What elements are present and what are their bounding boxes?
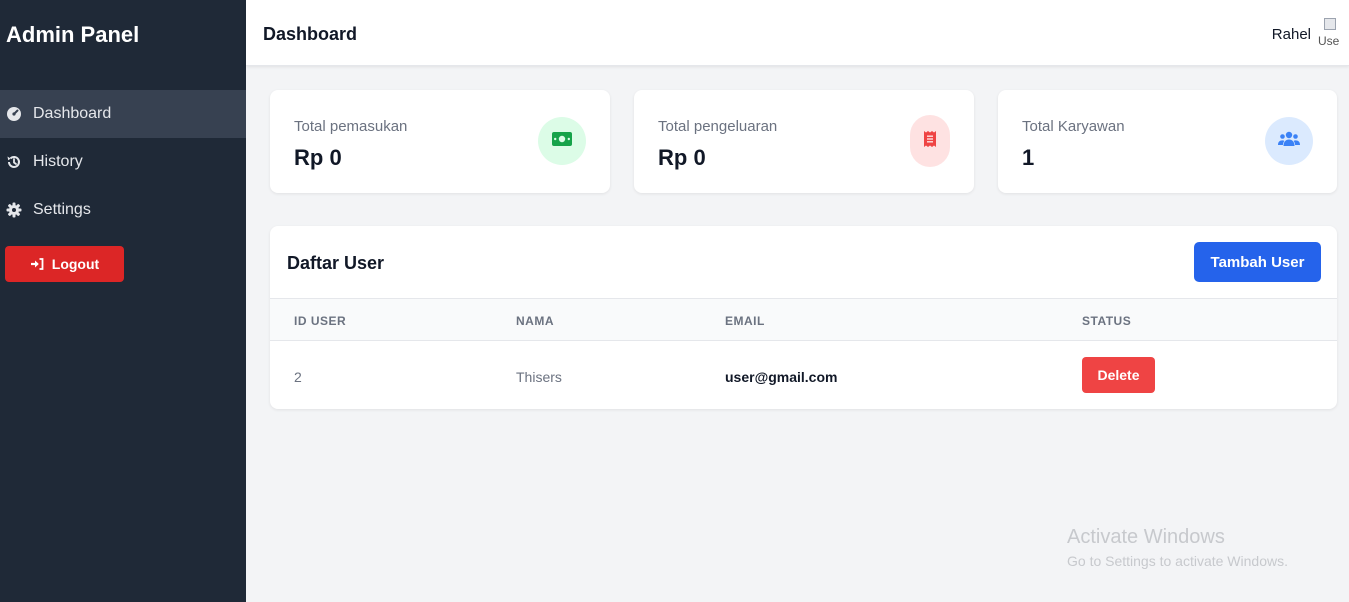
stat-value: Rp 0 — [294, 145, 342, 170]
panel-title: Daftar User — [287, 253, 385, 273]
users-icon — [1278, 131, 1300, 152]
receipt-icon — [924, 130, 936, 152]
sidebar-item-dashboard[interactable]: Dashboard — [0, 90, 246, 138]
avatar[interactable]: Use — [1317, 18, 1345, 52]
user-name: Rahel — [1271, 26, 1311, 43]
sidebar-item-label: History — [33, 153, 83, 170]
stat-badge — [910, 115, 950, 167]
history-icon — [6, 154, 22, 170]
stat-label: Total pemasukan — [294, 118, 408, 135]
brand-title: Admin Panel — [6, 22, 140, 47]
add-user-button[interactable]: Tambah User — [1194, 242, 1321, 282]
column-header-name: NAMA — [516, 314, 554, 328]
broken-image-icon — [1324, 18, 1336, 30]
stat-label: Total pengeluaran — [658, 118, 778, 135]
column-header-status: STATUS — [1082, 314, 1132, 328]
sidebar-item-history[interactable]: History — [0, 138, 246, 186]
stat-card-expense: Total pengeluaran Rp 0 — [634, 90, 974, 193]
money-icon — [552, 131, 572, 151]
delete-button[interactable]: Delete — [1082, 357, 1155, 393]
table-header: ID USER NAMA EMAIL STATUS — [270, 298, 1337, 341]
cell-email: user@gmail.com — [725, 369, 838, 385]
user-list-panel: Daftar User Tambah User ID USER NAMA EMA… — [270, 226, 1337, 409]
cell-name: Thisers — [516, 369, 562, 385]
cell-id: 2 — [294, 369, 302, 385]
watermark-subtitle: Go to Settings to activate Windows. — [1067, 553, 1288, 569]
sidebar-item-label: Settings — [33, 201, 91, 218]
sidebar-item-label: Dashboard — [33, 105, 112, 122]
top-header: Dashboard Rahel Use — [246, 0, 1349, 66]
activate-windows-watermark: Activate Windows Go to Settings to activ… — [1067, 526, 1288, 569]
sidebar-nav: Dashboard History Settings — [0, 90, 246, 234]
stat-value: 1 — [1022, 145, 1035, 170]
table-row: 2 Thisers user@gmail.com Delete — [270, 341, 1337, 409]
dashboard-icon — [6, 106, 22, 122]
page-title: Dashboard — [263, 24, 358, 44]
stat-badge — [538, 117, 586, 165]
logout-icon — [30, 258, 44, 270]
logout-label: Logout — [51, 256, 100, 272]
stat-label: Total Karyawan — [1022, 118, 1125, 135]
stat-value: Rp 0 — [658, 145, 706, 170]
avatar-alt-text: Use — [1318, 34, 1340, 48]
stat-card-income: Total pemasukan Rp 0 — [270, 90, 610, 193]
watermark-title: Activate Windows — [1067, 526, 1225, 548]
stat-badge — [1265, 117, 1313, 165]
sidebar-item-settings[interactable]: Settings — [0, 186, 246, 234]
column-header-email: EMAIL — [725, 314, 765, 328]
stat-card-employees: Total Karyawan 1 — [998, 90, 1337, 193]
gear-icon — [6, 202, 22, 218]
sidebar: Admin Panel Dashboard History Settings L… — [0, 0, 246, 602]
column-header-id: ID USER — [294, 314, 347, 328]
user-menu[interactable]: Rahel Use — [1272, 18, 1345, 52]
logout-button[interactable]: Logout — [5, 246, 124, 282]
